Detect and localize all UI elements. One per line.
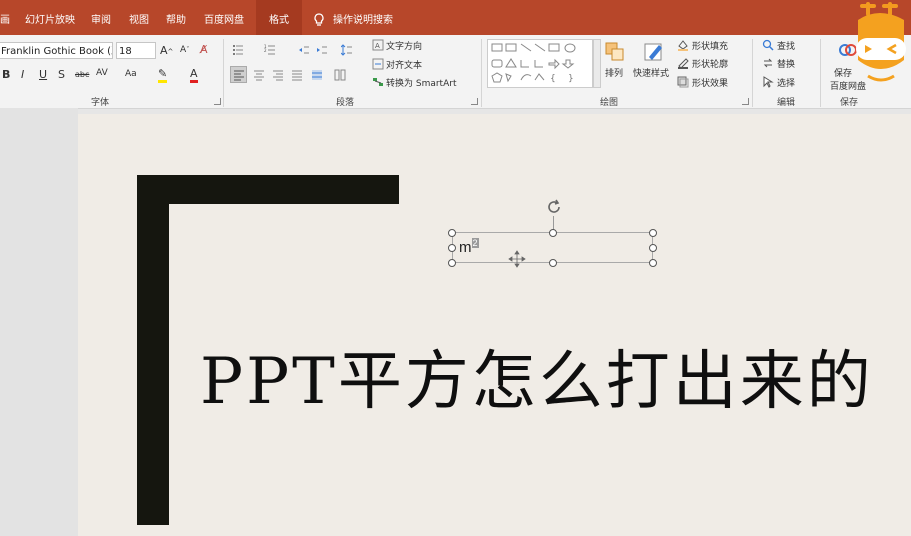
shape-icons-icon: { } [491,43,576,84]
grow-font-icon[interactable]: A^ [160,44,173,57]
tab-baidu-netdisk[interactable]: 百度网盘 [204,0,244,35]
rotate-handle-icon[interactable] [545,198,563,216]
svg-text:{: { [550,74,556,84]
char-spacing-icon[interactable]: AV [96,68,108,78]
paragraph-dialog-launcher-icon[interactable] [471,98,478,105]
ribbon-tab-bar: 画 幻灯片放映 审阅 视图 帮助 百度网盘 格式 操作说明搜索 [0,0,911,35]
text-direction-icon[interactable]: A [372,39,384,51]
tab-view[interactable]: 视图 [129,0,149,35]
save-group-label: 保存 [840,98,859,108]
resize-handle-s[interactable] [549,259,557,267]
shrink-font-icon[interactable]: Aˇ [180,45,190,55]
resize-handle-n[interactable] [549,229,557,237]
find-label[interactable]: 查找 [777,39,795,52]
drawing-group-label: 绘图 [600,98,619,108]
replace-label[interactable]: 替换 [777,57,795,70]
underline-icon[interactable]: U [39,68,47,81]
arrange-label[interactable]: 排列 [605,66,623,79]
shape-outline-label[interactable]: 形状轮廓 [692,57,728,70]
select-label[interactable]: 选择 [777,76,795,89]
shape-outline-icon[interactable] [677,57,689,69]
gallery-scroll[interactable] [593,39,601,88]
thumbnail-pane[interactable] [0,108,78,536]
columns-icon[interactable] [334,69,346,81]
resize-handle-ne[interactable] [649,229,657,237]
highlight-icon[interactable]: ✎ [158,67,168,83]
rotate-handle-line [553,216,554,230]
drawing-dialog-launcher-icon[interactable] [742,98,749,105]
tab-slideshow[interactable]: 幻灯片放映 [25,0,75,35]
resize-handle-se[interactable] [649,259,657,267]
quick-styles-label[interactable]: 快速样式 [633,66,669,79]
font-dialog-launcher-icon[interactable] [214,98,221,105]
decrease-indent-icon[interactable] [298,44,310,56]
search-icon[interactable] [762,39,774,51]
paragraph-group-label: 段落 [336,98,355,108]
convert-smartart-label[interactable]: 转换为 SmartArt [386,76,456,89]
select-cursor-icon[interactable] [762,76,774,88]
tab-help[interactable]: 帮助 [166,0,186,35]
align-text-icon[interactable] [372,58,384,70]
tab-draw[interactable]: 画 [0,0,10,35]
arrange-icon[interactable] [604,41,626,63]
text-direction-label[interactable]: 文字方向 [386,39,422,52]
tab-review[interactable]: 审阅 [91,0,111,35]
numbering-icon[interactable]: 12 [264,44,276,56]
slide-title[interactable]: PPT平方怎么打出来的 [200,330,874,422]
bullets-icon[interactable] [232,44,244,56]
resize-handle-nw[interactable] [448,229,456,237]
decorative-bar-left [137,175,169,525]
editing-group-label: 编辑 [777,98,796,108]
mascot-logo-icon [856,2,906,82]
separator [820,39,821,107]
shape-effects-label[interactable]: 形状效果 [692,76,728,89]
font-color-icon[interactable]: A [190,67,198,83]
strikethrough-icon[interactable]: abc [75,70,89,79]
justify-icon[interactable] [291,69,303,81]
lightbulb-icon [314,13,324,26]
tab-format[interactable]: 格式 [256,0,302,35]
text-box-content[interactable]: m2 [459,238,479,256]
shape-fill-label[interactable]: 形状填充 [692,39,728,52]
align-right-icon[interactable] [272,69,284,81]
separator [223,39,224,107]
distributed-icon[interactable] [311,69,323,81]
line-spacing-icon[interactable] [341,44,353,56]
smartart-icon[interactable] [372,76,384,88]
tell-me-search[interactable]: 操作说明搜索 [333,0,393,35]
text-superscript: 2 [471,238,479,248]
resize-handle-e[interactable] [649,244,657,252]
align-text-label[interactable]: 对齐文本 [386,58,422,71]
replace-icon[interactable] [762,57,774,69]
shape-fill-icon[interactable] [677,39,689,51]
resize-handle-w[interactable] [448,244,456,252]
svg-text:2: 2 [264,48,267,53]
font-name-box[interactable]: Franklin Gothic Book (正 [0,42,113,59]
shape-effects-icon[interactable] [677,76,689,88]
separator [752,39,753,107]
move-cursor-icon [508,250,526,268]
resize-handle-sw[interactable] [448,259,456,267]
svg-text:A: A [375,42,380,50]
change-case-icon[interactable]: Aa [125,69,137,79]
align-center-icon[interactable] [253,69,265,81]
clear-format-icon[interactable]: A̸ [200,43,208,56]
shadow-icon[interactable]: S [58,68,65,81]
font-size-box[interactable]: 18 [116,42,156,59]
increase-indent-icon[interactable] [316,44,328,56]
align-left-icon [234,70,244,81]
shapes-gallery[interactable]: { } [487,39,593,88]
bold-icon[interactable]: B [2,68,10,81]
quick-styles-icon[interactable] [643,41,665,63]
font-group-label: 字体 [91,98,110,108]
separator [481,39,482,107]
italic-icon[interactable]: I [21,68,24,81]
text-base: m [459,239,472,256]
decorative-bar-top [137,175,399,204]
svg-text:}: } [568,74,574,84]
